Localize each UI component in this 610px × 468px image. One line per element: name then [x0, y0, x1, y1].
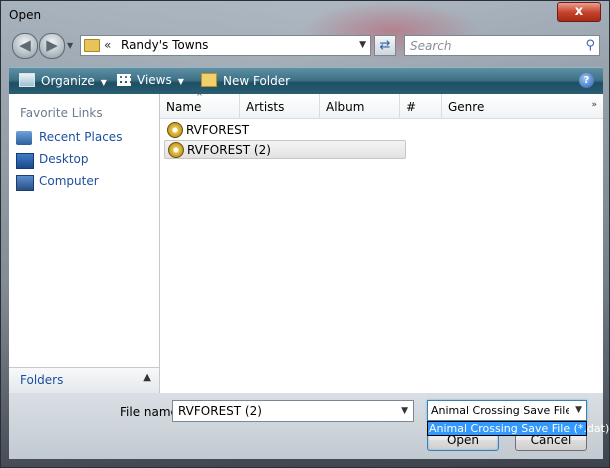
address-dropdown-icon[interactable]: ▼ [359, 40, 366, 50]
folders-toggle[interactable]: Folders ▲ [9, 367, 160, 394]
column-header-album[interactable]: Album [320, 94, 400, 118]
file-name-dropdown-icon[interactable]: ▼ [401, 406, 408, 416]
sidebar-item-label: Desktop [39, 152, 89, 166]
file-type-select[interactable]: Animal Crossing Save File (*.d ▼ [427, 400, 587, 421]
forward-arrow-icon: ▶ [46, 36, 58, 54]
column-header-artists[interactable]: Artists [240, 94, 320, 118]
organize-label: Organize [41, 74, 95, 88]
refresh-button[interactable]: ⇄ [374, 35, 396, 56]
recent-pages-dropdown-icon[interactable]: ▼ [67, 41, 73, 50]
sidebar-item-label: Computer [39, 174, 99, 188]
address-chevron[interactable]: « [104, 38, 111, 52]
computer-icon [16, 175, 34, 191]
file-name-field[interactable]: RVFOREST (2) ▼ [172, 400, 414, 422]
search-placeholder: Search [410, 39, 452, 53]
file-icon [168, 142, 184, 158]
new-folder-icon [201, 73, 217, 87]
search-icon[interactable]: ⚲ [585, 38, 595, 53]
folders-label: Folders [20, 373, 64, 387]
file-type-option-list[interactable]: Animal Crossing Save File (*.dat) [427, 421, 609, 436]
help-icon[interactable]: ? [579, 73, 594, 88]
views-label: Views [137, 73, 172, 87]
folder-icon [84, 39, 100, 52]
organize-icon [19, 73, 35, 87]
toolbar: Organize ▼ Views ▼ New Folder ? [9, 67, 603, 95]
search-input[interactable]: Search ⚲ [404, 35, 600, 56]
chevron-up-icon: ▲ [143, 372, 151, 383]
recent-places-icon [16, 131, 32, 145]
back-arrow-icon: ◀ [19, 36, 31, 54]
column-header-label: # [406, 100, 417, 114]
column-header-genre[interactable]: Genre [442, 94, 602, 118]
column-header-name[interactable]: ^ Name [160, 92, 240, 118]
sidebar-item-desktop[interactable]: Desktop [13, 150, 153, 170]
column-header-label: Album [326, 100, 365, 114]
new-folder-label: New Folder [223, 74, 291, 88]
back-button[interactable]: ◀ [12, 33, 38, 59]
favorite-links-heading: Favorite Links [20, 106, 103, 120]
list-item-selected[interactable]: RVFOREST (2) [164, 140, 406, 159]
forward-button[interactable]: ▶ [39, 33, 65, 59]
navigation-pane: Favorite Links Recent Places Desktop Com… [9, 94, 160, 393]
sidebar-item-recent-places[interactable]: Recent Places [13, 128, 153, 148]
window-title: Open [9, 8, 42, 22]
organize-button[interactable]: Organize ▼ [19, 73, 107, 88]
address-bar[interactable]: « Randy's Towns ▼ [80, 35, 371, 56]
file-list[interactable]: ^ Name Artists Album # Genre » RVFOREST … [160, 92, 603, 393]
column-header-track[interactable]: # [400, 94, 442, 118]
views-button[interactable]: Views ▼ [117, 73, 184, 87]
file-type-dropdown-icon[interactable]: ▼ [575, 405, 582, 415]
refresh-icon: ⇄ [379, 38, 391, 53]
column-header-label: Genre [448, 100, 485, 114]
new-folder-button[interactable]: New Folder [201, 73, 290, 88]
close-button[interactable]: x [557, 2, 601, 22]
column-header-row: ^ Name Artists Album # Genre » [160, 92, 603, 119]
address-path[interactable]: Randy's Towns [121, 38, 208, 52]
organize-caret-icon: ▼ [100, 78, 107, 87]
sidebar-item-label: Recent Places [39, 130, 123, 144]
dialog-window: Open x ◀ ▶ ▼ « Randy's Towns ▼ ⇄ Search … [0, 0, 610, 468]
column-header-label: Name [166, 100, 202, 114]
file-name: RVFOREST (2) [187, 143, 271, 157]
more-columns-icon[interactable]: » [591, 100, 597, 110]
sidebar-item-computer[interactable]: Computer [13, 172, 153, 192]
file-name-value: RVFOREST (2) [178, 404, 262, 418]
file-type-value: Animal Crossing Save File (*.d [431, 404, 569, 417]
views-caret-icon: ▼ [177, 77, 184, 86]
desktop-icon [16, 153, 34, 169]
list-item[interactable]: RVFOREST [164, 121, 406, 140]
file-icon [167, 122, 183, 138]
column-header-label: Artists [246, 100, 285, 114]
close-icon: x [574, 4, 584, 19]
file-name: RVFOREST [186, 123, 250, 137]
views-icon [117, 74, 131, 86]
file-type-option[interactable]: Animal Crossing Save File (*.dat) [429, 422, 609, 435]
